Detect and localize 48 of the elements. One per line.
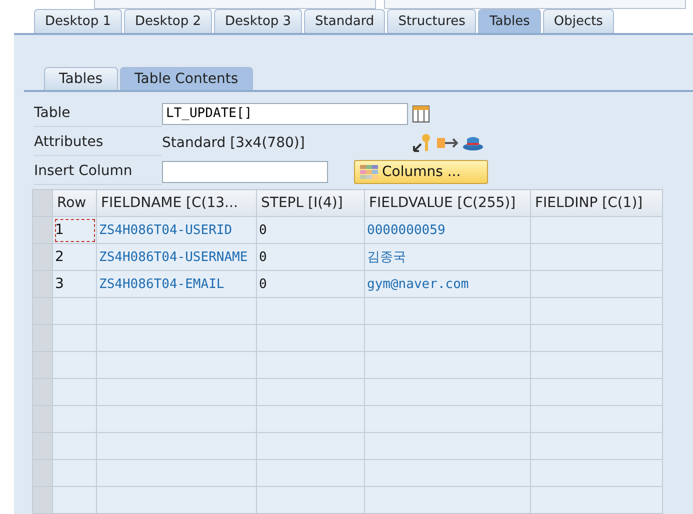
row-number-cell: 1 (52, 216, 96, 244)
table-cell: gym@naver.com (364, 270, 530, 298)
row-selector[interactable] (32, 216, 52, 244)
sub-tab[interactable]: Tables (44, 67, 118, 90)
table-cell: 김종국 (364, 244, 530, 270)
sub-tab[interactable]: Table Contents (120, 67, 254, 90)
table-icon[interactable] (412, 104, 430, 122)
table-cell: ZS4H086T04-USERNAME (96, 244, 256, 270)
row-selector[interactable] (32, 406, 52, 432)
row-selector[interactable] (32, 378, 52, 406)
column-header[interactable]: Row (52, 190, 96, 216)
row-selector[interactable] (32, 352, 52, 378)
grid-icon (359, 164, 379, 180)
desktop-tab[interactable]: Structures (387, 9, 476, 33)
row-selector[interactable] (32, 298, 52, 324)
table-field[interactable]: LT_UPDATE[] (162, 102, 408, 124)
row-selector[interactable] (32, 244, 52, 270)
desktop-tab[interactable]: Desktop 3 (214, 9, 302, 33)
row-selector[interactable] (32, 432, 52, 460)
table-cell: 0 (256, 216, 364, 244)
table-cell: ZS4H086T04-EMAIL (96, 270, 256, 298)
table-cell: 0000000059 (364, 216, 530, 244)
columns-button[interactable]: Columns ... (354, 160, 488, 184)
select-all-cell[interactable] (32, 190, 52, 216)
desktop-tab[interactable]: Desktop 1 (34, 9, 122, 33)
row-selector[interactable] (32, 270, 52, 298)
row-selector[interactable] (32, 324, 52, 352)
column-header[interactable]: STEPL [I(4)] (256, 190, 364, 216)
row-number-cell: 2 (52, 244, 96, 270)
desktop-tab[interactable]: Objects (542, 9, 614, 33)
desktop-tab[interactable]: Tables (478, 9, 541, 33)
key-arrow-icon[interactable] (412, 132, 432, 152)
column-header[interactable]: FIELDVALUE [C(255)] (364, 190, 530, 216)
table-cell: ZS4H086T04-USERID (96, 216, 256, 244)
attributes-label: Attributes (34, 129, 162, 156)
desktop-tab[interactable]: Desktop 2 (124, 9, 212, 33)
attributes-value: Standard [3x4(780)] (162, 134, 306, 150)
row-selector[interactable] (32, 486, 52, 514)
insert-column-field[interactable] (162, 160, 328, 182)
row-selector[interactable] (32, 460, 52, 486)
program-field[interactable] (94, 0, 376, 9)
table-cell: 0 (256, 270, 364, 298)
row-number-cell: 3 (52, 270, 96, 298)
column-header[interactable]: FIELDINP [C(1)] (530, 190, 662, 216)
event-field[interactable] (384, 0, 686, 9)
desktop-tab[interactable]: Standard (304, 9, 386, 33)
column-header[interactable]: FIELDNAME [C(13... (96, 190, 256, 216)
table-cell: 0 (256, 244, 364, 270)
